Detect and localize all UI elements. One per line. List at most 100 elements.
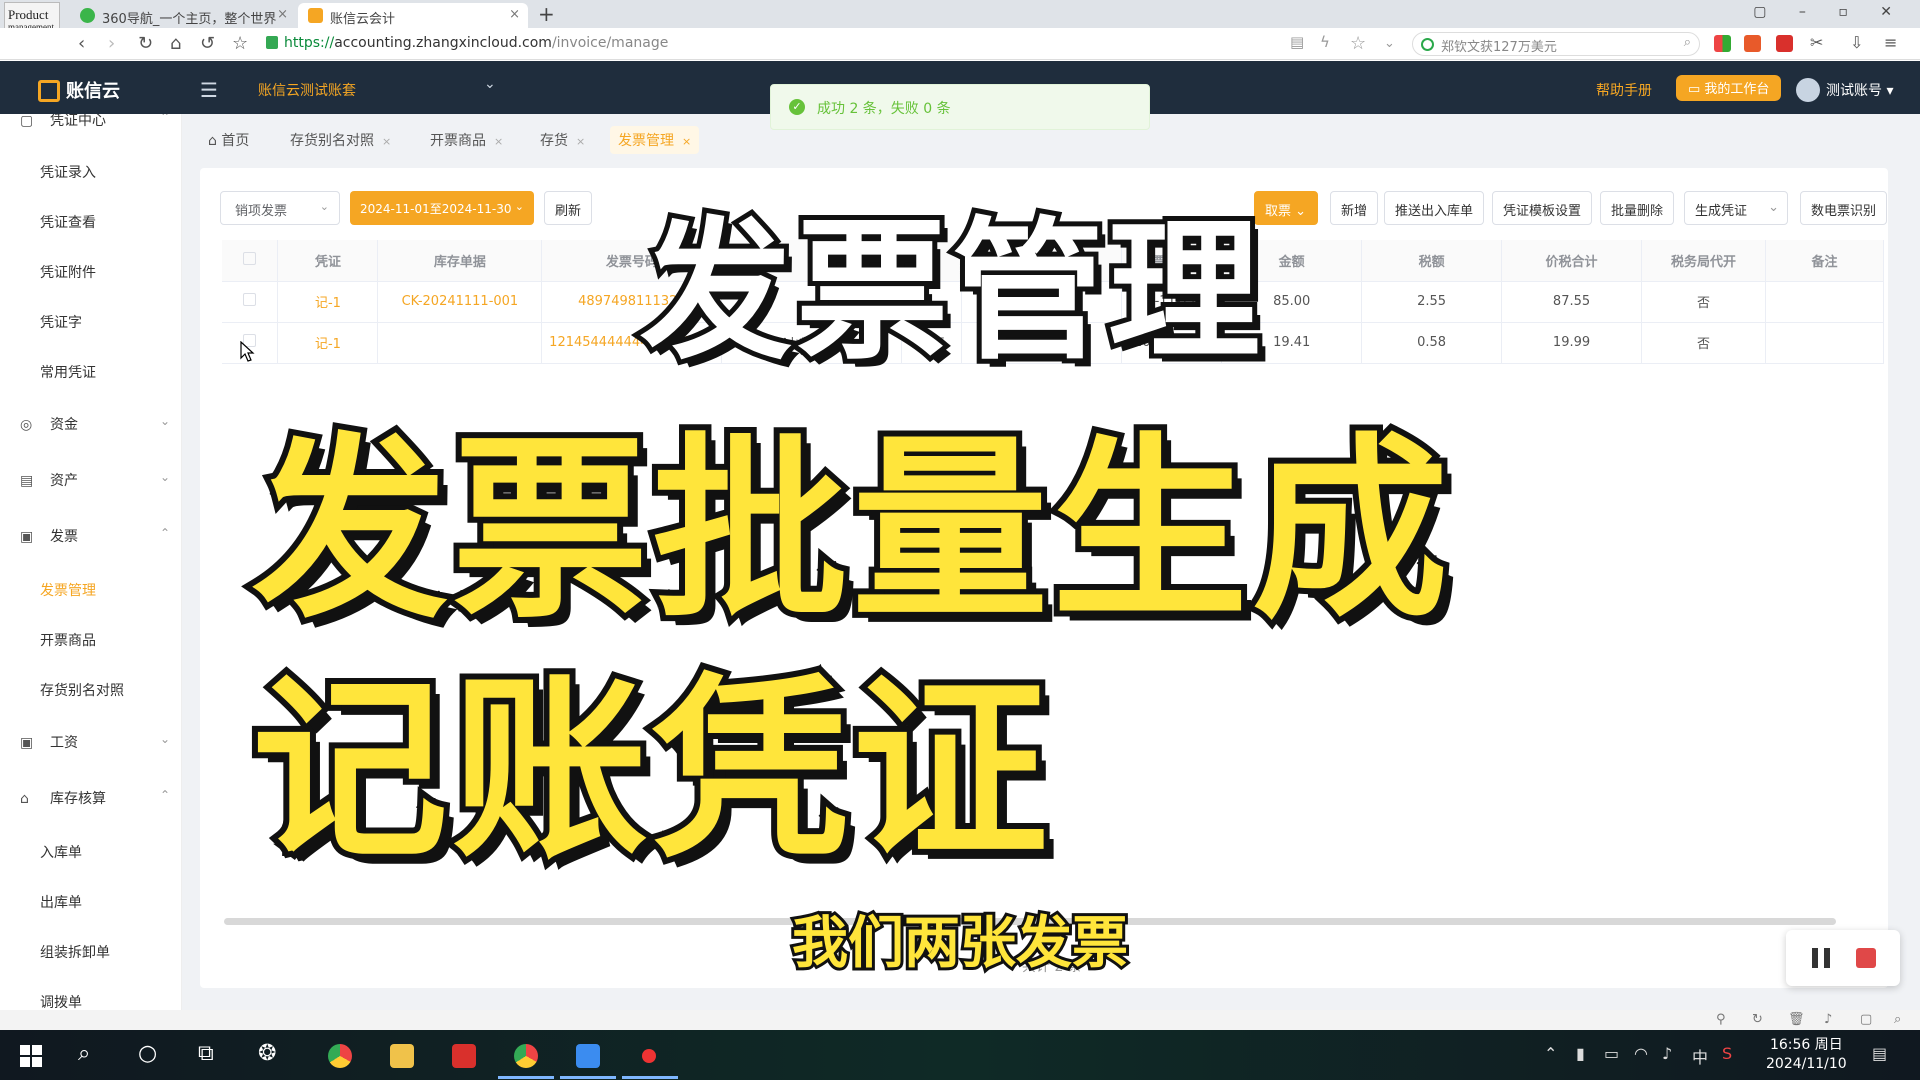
row-checkbox[interactable] — [222, 281, 279, 323]
sound-icon[interactable]: ♪ — [1824, 1012, 1832, 1027]
invoice-type-select[interactable]: 销项发票 ⌄ — [220, 191, 340, 225]
select-all-checkbox[interactable] — [222, 240, 279, 282]
folder-icon[interactable] — [390, 1044, 414, 1068]
browser-search-input[interactable]: 郑钦文获127万美元 ⌕ — [1412, 32, 1700, 56]
notification-icon[interactable]: ▤ — [1872, 1044, 1887, 1063]
pause-icon[interactable] — [1812, 948, 1830, 968]
sidebar-group-invoice[interactable]: ▣ 发票 ⌃ — [20, 526, 170, 546]
windows-start-icon[interactable] — [20, 1045, 42, 1067]
chrome-icon[interactable] — [328, 1044, 352, 1068]
stop-icon[interactable] — [1856, 948, 1876, 968]
sidebar-item-assembly[interactable]: 组装拆卸单 — [40, 942, 110, 962]
voucher-template-button[interactable]: 凭证模板设置 — [1492, 191, 1593, 225]
menu-toggle-icon[interactable]: ☰ — [200, 78, 218, 102]
close-icon[interactable]: × — [682, 135, 691, 148]
stock-doc-link[interactable]: CK-20241111-001 — [377, 281, 543, 323]
brand[interactable]: 账信云 — [38, 77, 120, 103]
browser-icon[interactable] — [514, 1044, 538, 1068]
date-range-picker[interactable]: 2024-11-01至2024-11-30 ⌄ — [350, 191, 534, 225]
zoom-icon[interactable]: ⌕ — [1894, 1012, 1901, 1027]
reload-icon[interactable]: ↻ — [138, 33, 153, 54]
ocr-button[interactable]: 数电票识别 — [1800, 191, 1888, 225]
sidebar-item-voucher-word[interactable]: 凭证字 — [40, 312, 82, 332]
close-icon[interactable]: × — [576, 135, 585, 148]
sidebar-group-voucher[interactable]: ▢ 凭证中心 ⌃ — [20, 114, 170, 130]
chevron-down-icon[interactable]: ⌄ — [1768, 200, 1779, 215]
close-tab-icon[interactable]: × — [277, 7, 288, 22]
col-header[interactable]: 备注 — [1765, 240, 1885, 282]
menu-icon[interactable]: ≡ — [1884, 33, 1897, 52]
star-icon[interactable]: ☆ — [232, 33, 248, 54]
url-field[interactable]: https://accounting.zhangxincloud.com/inv… — [284, 35, 668, 51]
close-icon[interactable]: × — [494, 135, 503, 148]
close-tab-icon[interactable]: × — [509, 7, 520, 22]
wps-icon[interactable] — [452, 1044, 476, 1068]
wifi-icon[interactable]: ◠ — [1634, 1044, 1648, 1063]
apps-icon[interactable] — [1714, 35, 1731, 52]
refresh-button[interactable]: 刷新 — [544, 191, 593, 225]
tag-invoice-manage[interactable]: 发票管理 × — [610, 126, 700, 154]
user-menu[interactable]: 测试账号 ▾ — [1796, 78, 1893, 102]
new-tab-button[interactable]: + — [538, 2, 555, 26]
sidebar-item-stock-in[interactable]: 入库单 — [40, 842, 82, 862]
tag-stock-alias[interactable]: 存货别名对照 × — [282, 126, 399, 154]
col-header[interactable]: 税额 — [1361, 240, 1503, 282]
back-icon[interactable]: ‹ — [78, 33, 85, 54]
browser-tab-360[interactable]: 360导航_一个主页，整个世界 × — [70, 3, 296, 28]
pdf-icon[interactable] — [1776, 35, 1793, 52]
sidebar-item-voucher-entry[interactable]: 凭证录入 — [40, 162, 96, 182]
bookmark-star-icon[interactable]: ☆ — [1350, 33, 1366, 54]
trash-icon[interactable]: 🗑 — [1788, 1012, 1805, 1027]
browser-tab-accounting[interactable]: 账信云会计 × — [298, 3, 528, 28]
download-icon[interactable]: ⇩ — [1850, 33, 1863, 52]
tag-stock[interactable]: 存货 × — [532, 126, 593, 154]
tag-home[interactable]: ⌂ 首页 — [200, 126, 257, 154]
dropdown-icon[interactable]: ⌄ — [1384, 36, 1395, 51]
stock-doc-link[interactable] — [377, 322, 543, 364]
sidebar-item-voucher-view[interactable]: 凭证查看 — [40, 212, 96, 232]
pin-icon[interactable]: ⚲ — [1716, 1012, 1726, 1027]
workbench-button[interactable]: ▭ 我的工作台 — [1676, 75, 1782, 101]
help-link[interactable]: 帮助手册 — [1596, 80, 1652, 100]
task-view-icon[interactable]: ⧉ — [198, 1041, 214, 1066]
reader-icon[interactable]: ▤ — [1290, 33, 1304, 51]
sidebar-group-funds[interactable]: ◎ 资金 ⌄ — [20, 414, 170, 434]
col-header[interactable]: 价税合计 — [1501, 240, 1642, 282]
sidebar-item-common-voucher[interactable]: 常用凭证 — [40, 362, 96, 382]
sidebar-group-salary[interactable]: ▣ 工资 ⌄ — [20, 732, 170, 752]
tray-expand-icon[interactable]: ⌃ — [1544, 1044, 1557, 1063]
sidebar-group-inventory[interactable]: ⌂ 库存核算 ⌃ — [20, 788, 170, 808]
generate-voucher-button[interactable]: 生成凭证 ⌄ — [1684, 191, 1788, 225]
lightning-icon[interactable]: ϟ — [1320, 33, 1330, 51]
refresh-icon[interactable]: ↻ — [1752, 1012, 1763, 1027]
forward-icon[interactable]: › — [108, 33, 115, 54]
batch-delete-button[interactable]: 批量删除 — [1600, 191, 1675, 225]
mic-icon[interactable]: ▮ — [1576, 1044, 1585, 1063]
clock[interactable]: 16:56 周日 2024/11/10 — [1766, 1036, 1847, 1074]
tag-invoice-goods[interactable]: 开票商品 × — [422, 126, 511, 154]
search-icon[interactable]: ⌕ — [1684, 35, 1691, 50]
home-icon[interactable]: ⌂ — [170, 33, 181, 54]
recorder-icon[interactable] — [642, 1049, 656, 1063]
col-header[interactable]: 凭证 — [277, 240, 379, 282]
undo-icon[interactable]: ↺ — [200, 33, 215, 54]
sidebar-item-voucher-attachment[interactable]: 凭证附件 — [40, 262, 96, 282]
window-icon[interactable]: ▢ — [1860, 1012, 1872, 1027]
sidebar-item-stock-out[interactable]: 出库单 — [40, 892, 82, 912]
close-icon[interactable]: × — [382, 135, 391, 148]
app-icon[interactable]: ❂ — [258, 1041, 276, 1066]
col-header[interactable]: 税务局代开 — [1641, 240, 1766, 282]
sidebar-item-transfer[interactable]: 调拨单 — [40, 992, 82, 1010]
notepad-icon[interactable] — [576, 1044, 600, 1068]
cortana-icon[interactable]: ○ — [138, 1041, 157, 1066]
account-selector[interactable]: 账信云测试账套 — [258, 80, 356, 100]
sogou-icon[interactable]: S — [1722, 1044, 1732, 1063]
sidebar-item-invoice-goods[interactable]: 开票商品 — [40, 630, 96, 650]
ime-indicator[interactable]: 中 — [1692, 1044, 1708, 1068]
game-icon[interactable] — [1744, 35, 1761, 52]
window-controls[interactable]: ▢ – ▫ ✕ — [1753, 4, 1906, 20]
push-stock-button[interactable]: 推送出入库单 — [1384, 191, 1485, 225]
search-icon[interactable]: ⌕ — [78, 1041, 90, 1066]
add-button[interactable]: 新增 — [1330, 191, 1379, 225]
volume-icon[interactable]: ♪ — [1662, 1044, 1672, 1063]
